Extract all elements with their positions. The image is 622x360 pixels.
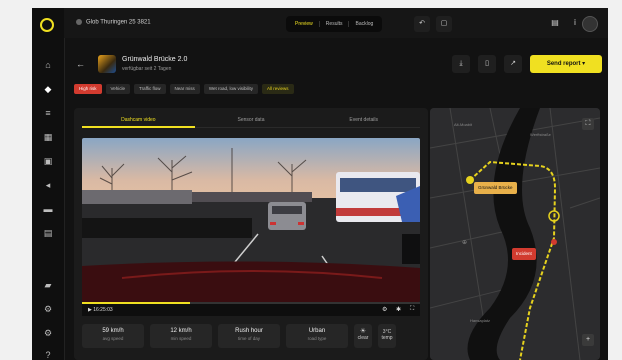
logo-icon[interactable] [40, 18, 54, 32]
download-button[interactable]: ⤓ [452, 55, 470, 73]
stat-card: Rush hour time of day [218, 324, 280, 348]
chip-vehicle[interactable]: Vehicle [105, 84, 131, 94]
layers-icon[interactable]: ▰ [43, 280, 53, 290]
send-report-button[interactable]: Send report ▾ [530, 55, 602, 73]
tag-chips: High risk Vehicle Traffic flow Near miss… [74, 84, 294, 94]
chip-conditions[interactable]: Wet road, low visibility [203, 84, 258, 94]
map-street-label: Alt-Moabit [454, 122, 473, 127]
fullscreen-icon[interactable]: ⛶ [410, 306, 414, 313]
tab-details[interactable]: Event details [307, 114, 421, 128]
share-button[interactable]: ↗ [504, 55, 522, 73]
document-icon[interactable]: ▤ [550, 18, 560, 28]
map-canvas: ⊕ [430, 108, 600, 360]
help-icon[interactable]: ? [43, 350, 53, 360]
back-arrow-icon[interactable]: ← [76, 58, 88, 70]
stat-label: road type [307, 336, 327, 341]
left-rail: ⌂ ◆ ≡ ▦ ▣ ◂ ▬ ▤ ▰ ⚙ ⚙ ? [32, 8, 65, 360]
map-street-label: Werftstraße [530, 132, 551, 137]
breadcrumb[interactable]: Glob Thuringen 25 3821 [76, 19, 151, 26]
minus-icon[interactable]: ▬ [43, 204, 53, 214]
weather-card: ☀ clear [354, 324, 372, 348]
settings-icon[interactable]: ⚙ [382, 306, 387, 313]
stat-label: min speed [170, 336, 192, 341]
progress-fill [82, 302, 191, 304]
list-icon[interactable]: ≡ [43, 108, 53, 118]
segment-backlog[interactable]: Backlog [349, 21, 379, 27]
dashcam-video[interactable] [82, 138, 420, 302]
breadcrumb-label: Glob Thuringen 25 3821 [86, 19, 151, 26]
app-window: ⌂ ◆ ≡ ▦ ▣ ◂ ▬ ▤ ▰ ⚙ ⚙ ? Glob Thuringen 2… [32, 8, 608, 360]
tab-sensor[interactable]: Sensor data [194, 114, 308, 128]
tab-bar: Dashcam video Sensor data Event details [82, 114, 421, 128]
stat-value: Rush hour [235, 328, 263, 334]
stat-card: 59 km/h avg speed [82, 324, 144, 348]
video-frame [82, 138, 420, 302]
page-subtitle: verfügbar seit 2 Tagen [122, 66, 172, 72]
incident-thumbnail [98, 55, 116, 73]
project-dot-icon [76, 19, 82, 25]
camera-icon[interactable]: ▣ [43, 156, 53, 166]
temperature-label: temp [381, 335, 393, 341]
gear-icon[interactable]: ⚙ [43, 304, 53, 314]
screen-button[interactable]: ▢ [436, 16, 452, 32]
chip-high-risk[interactable]: High risk [74, 84, 102, 94]
info-icon[interactable]: ⅰ [570, 18, 580, 28]
map-panel[interactable]: ⊕ Grünwald Brücke Incident Alt-Moabit We… [430, 108, 600, 360]
stats-row: 59 km/h avg speed 12 km/h min speed Rush h… [82, 324, 420, 350]
map-zoom-button[interactable]: + [582, 334, 594, 346]
doc-icon[interactable]: ▤ [43, 228, 53, 238]
stat-label: avg speed [102, 336, 124, 341]
tab-dashcam[interactable]: Dashcam video [82, 114, 195, 128]
stat-value: Urban [308, 328, 326, 334]
avatar[interactable] [582, 16, 598, 32]
route-icon[interactable]: ◆ [43, 84, 53, 94]
undo-button[interactable]: ↶ [414, 16, 430, 32]
map-expand-button[interactable]: ⛶ [582, 118, 594, 130]
temperature-value: 3°C [382, 329, 392, 335]
stat-value: 12 km/h [170, 328, 192, 334]
sun-icon: ☀ [359, 328, 367, 335]
video-panel: Dashcam video Sensor data Event details [74, 108, 428, 360]
timestamp-label: 16:25:03 [93, 307, 113, 313]
settings-icon[interactable]: ⚙ [43, 328, 53, 338]
weather-label: clear [357, 335, 369, 341]
view-switcher[interactable]: Preview Results Backlog [286, 16, 383, 32]
segment-preview[interactable]: Preview [289, 21, 320, 27]
segment-results[interactable]: Results [320, 21, 350, 27]
send-report-label: Send report [546, 61, 581, 67]
chip-near-miss[interactable]: Near miss [169, 84, 200, 94]
top-bar: Glob Thuringen 25 3821 Preview Results B… [64, 8, 608, 38]
page-title: Grünwald Brücke 2.0 [122, 56, 188, 63]
stat-card: 12 km/h min speed [150, 324, 212, 348]
play-timestamp[interactable]: ▶ 16:25:03 [88, 307, 113, 313]
gear-icon[interactable]: ✱ [396, 306, 401, 313]
arrow-icon[interactable]: ◂ [43, 180, 53, 190]
map-label-incident[interactable]: Incident [512, 248, 536, 260]
stat-label: time of day [237, 336, 260, 341]
home-icon[interactable]: ⌂ [43, 60, 53, 70]
stat-card: Urban road type [286, 324, 348, 348]
stat-value: 59 km/h [102, 328, 124, 334]
video-controls: ▶ 16:25:03 ⚙ ✱ ⛶ [82, 302, 420, 316]
save-button[interactable]: ▯ [478, 55, 496, 73]
svg-text:⊕: ⊕ [462, 239, 467, 246]
map-street-label: Hansaplatz [470, 318, 491, 323]
chip-all-reviews[interactable]: All reviews [262, 84, 294, 94]
grid-icon[interactable]: ▦ [43, 132, 53, 142]
temperature-card: 3°C temp [378, 324, 396, 348]
chip-traffic-flow[interactable]: Traffic flow [134, 84, 166, 94]
map-label-bridge[interactable]: Grünwald Brücke [474, 182, 517, 194]
